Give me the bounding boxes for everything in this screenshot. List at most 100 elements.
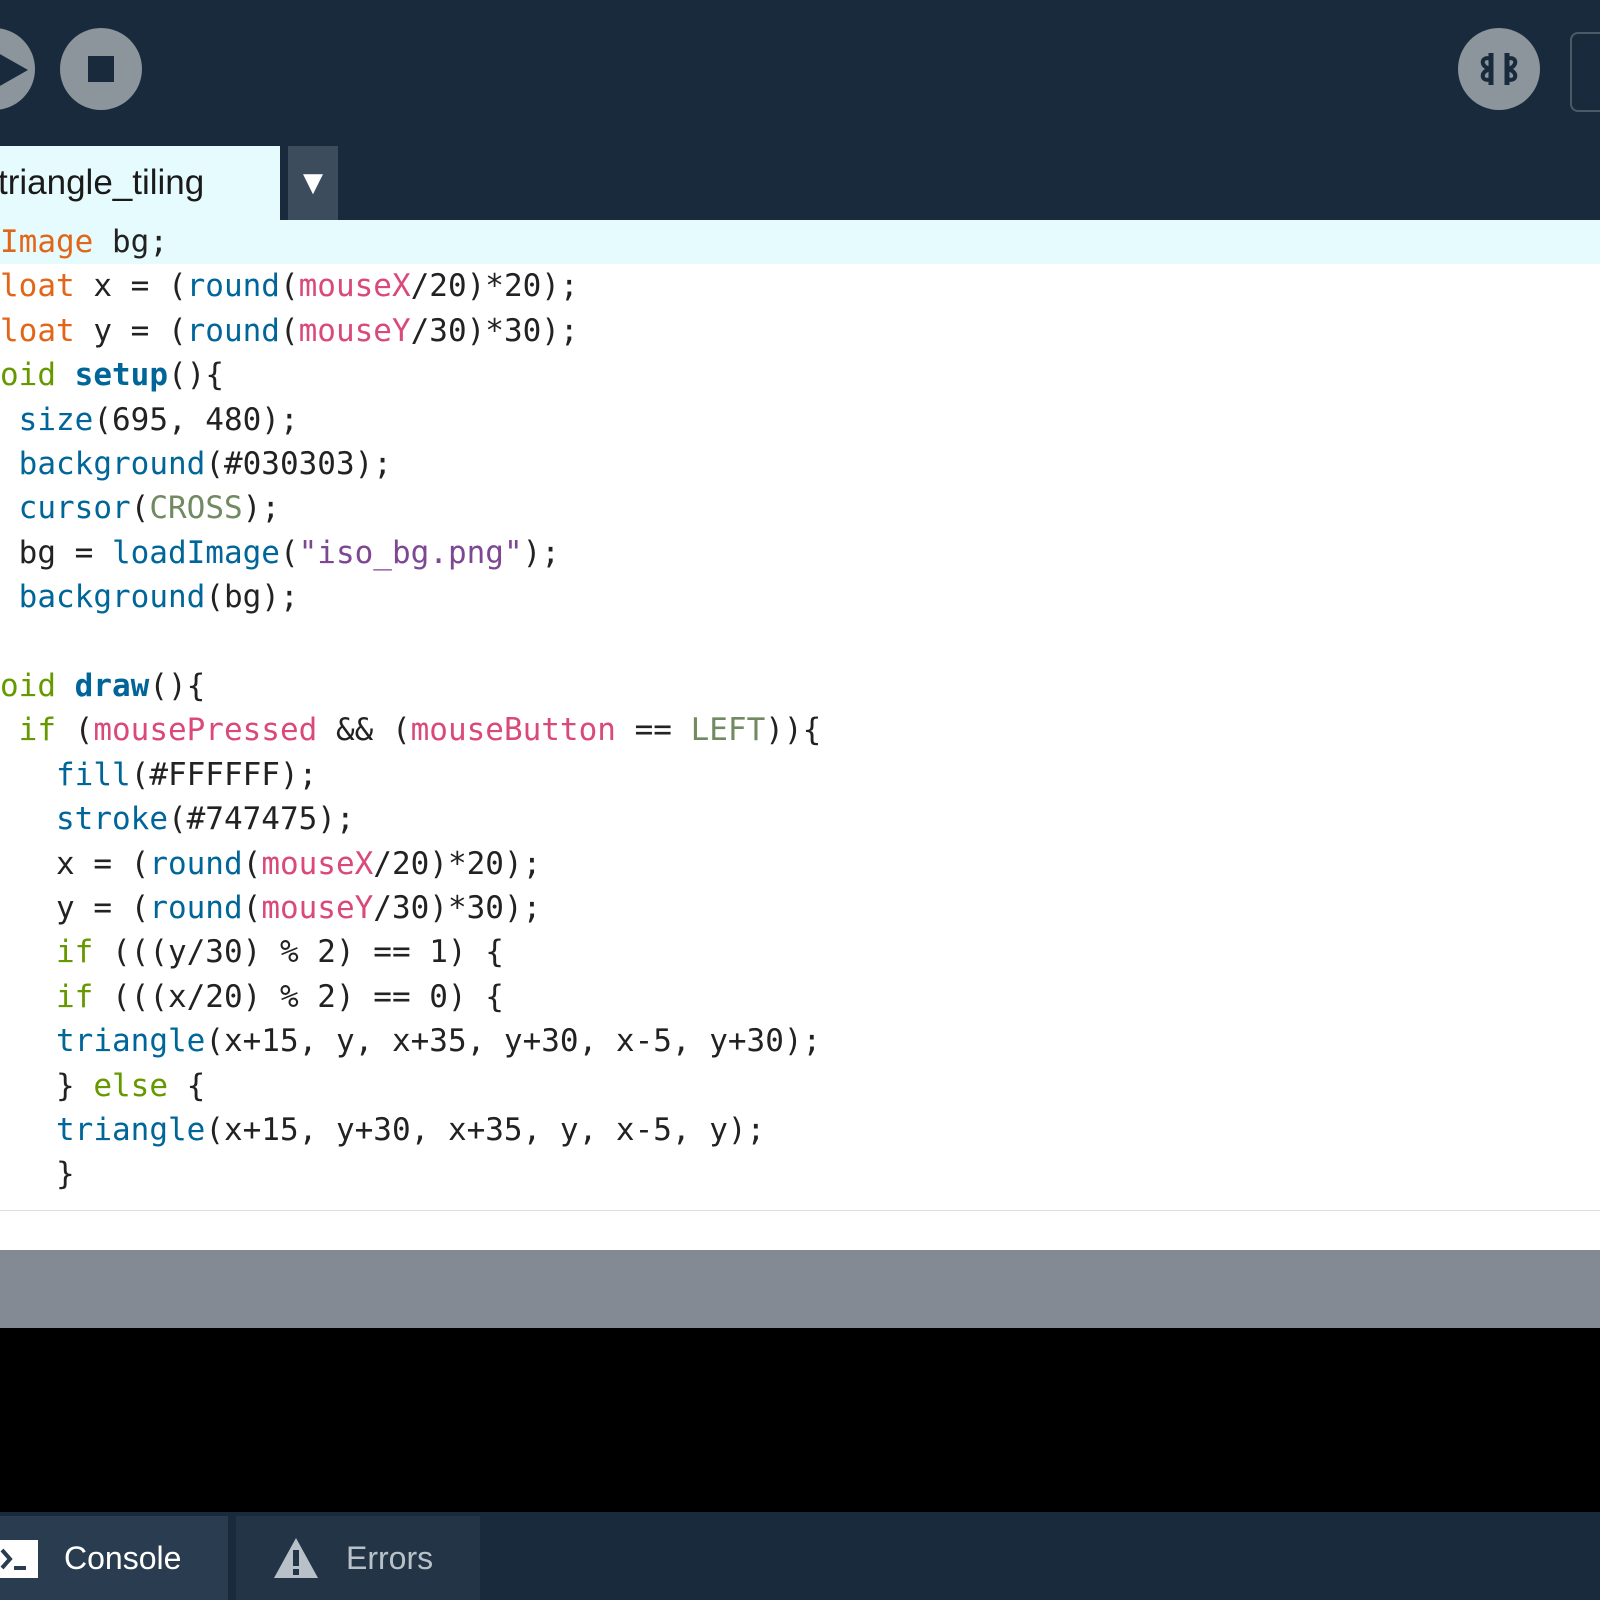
code-line[interactable]: loat x = (round(mouseX/20)*20); [0,264,1600,308]
code-token: } [0,1156,75,1192]
code-token: else [93,1068,168,1104]
code-token: draw [74,668,150,704]
code-line[interactable]: Image bg; [0,220,1600,264]
code-line[interactable]: loat y = (round(mouseY/30)*30); [0,309,1600,353]
code-line[interactable]: background(#030303); [0,442,1600,486]
code-token: cursor [18,490,131,526]
code-line[interactable]: triangle(x+15, y+30, x+35, y, x-5, y); [0,1108,1600,1152]
code-token: ( [130,490,150,526]
code-line[interactable]: y = (round(mouseY/30)*30); [0,886,1600,930]
code-token: round [186,268,280,304]
terminal-icon [0,1540,38,1578]
code-token: oid [0,668,56,704]
tab-console[interactable]: Console [0,1516,228,1600]
code-token: /20)*20); [410,268,579,304]
code-token: /20)*20); [373,846,542,882]
warning-icon [274,1538,318,1578]
code-token: mouseButton [410,712,616,748]
code-token: && ( [317,712,411,748]
code-token: if [18,712,56,748]
code-line[interactable]: } else { [0,1064,1600,1108]
code-token: ); [522,535,560,571]
code-token: (){ [149,668,206,704]
code-token: (#FFFFFF); [130,757,318,793]
code-line[interactable]: if (((x/20) % 2) == 0) { [0,975,1600,1019]
code-line[interactable]: } [0,1152,1600,1196]
debugger-button[interactable] [1458,28,1540,110]
code-token: triangle [56,1023,206,1059]
code-token: (){ [168,357,224,393]
tab-label: triangle_tiling [0,163,205,202]
code-line[interactable]: bg = loadImage("iso_bg.png"); [0,531,1600,575]
code-token: oid [0,357,56,393]
code-line[interactable]: stroke(#747475); [0,797,1600,841]
debugger-butterfly-icon [1480,53,1518,85]
code-token: mouseX [261,846,374,882]
code-token: if [56,979,94,1015]
code-line[interactable]: triangle(x+15, y, x+35, y+30, x-5, y+30)… [0,1019,1600,1063]
code-token: )){ [765,712,822,748]
play-icon [0,54,28,86]
code-token: /30)*30); [410,313,579,349]
code-token: y = ( [0,890,150,926]
code-line[interactable]: background(bg); [0,575,1600,619]
code-token: "iso_bg.png" [298,535,523,571]
tab-menu-button[interactable]: ▼ [288,146,338,220]
console-output[interactable] [0,1328,1600,1512]
code-token: ( [279,313,299,349]
tab-triangle-tiling[interactable]: triangle_tiling [0,146,280,220]
code-editor[interactable]: Image bg; loat x = (round(mouseX/20)*20);… [0,220,1600,1210]
toolbar [0,0,1600,142]
errors-tab-label: Errors [346,1540,434,1576]
code-token: CROSS [149,490,243,526]
code-token: round [186,313,280,349]
code-token: setup [74,357,168,393]
code-line[interactable]: size(695, 480); [0,398,1600,442]
code-line[interactable]: if (mousePressed && (mouseButton == LEFT… [0,708,1600,752]
tab-errors[interactable]: Errors [236,1516,480,1600]
code-token: triangle [56,1112,206,1148]
code-line[interactable]: oid setup(){ [0,353,1600,397]
code-line[interactable] [0,620,1600,664]
editor-console-divider[interactable] [0,1250,1600,1328]
code-token: (x+15, y, x+35, y+30, x-5, y+30); [205,1023,822,1059]
code-token: if [56,934,94,970]
chevron-down-icon: ▼ [303,168,323,198]
stop-button[interactable] [60,28,142,110]
code-token: mouseY [298,313,411,349]
mode-selector[interactable] [1570,32,1600,112]
code-token: loat [0,313,75,349]
code-token: ( [279,535,299,571]
code-token: Image [0,224,94,260]
code-token: ( [56,712,94,748]
code-token: ( [242,846,262,882]
code-line[interactable]: x = (round(mouseX/20)*20); [0,842,1600,886]
code-line[interactable]: cursor(CROSS); [0,486,1600,530]
code-token: loat [0,268,75,304]
code-token: ( [279,268,299,304]
code-line[interactable]: if (((y/30) % 2) == 1) { [0,930,1600,974]
code-token: y = ( [74,313,187,349]
code-token: LEFT [690,712,766,748]
code-token: (((x/20) % 2) == 0) { [93,979,504,1015]
code-token: mouseX [298,268,411,304]
run-button[interactable] [0,28,35,110]
code-token: (bg); [205,579,299,615]
code-token: round [149,846,243,882]
code-token: fill [56,757,131,793]
code-line[interactable]: fill(#FFFFFF); [0,753,1600,797]
code-token: background [18,446,206,482]
code-token: (x+15, y+30, x+35, y, x-5, y); [205,1112,766,1148]
console-tab-label: Console [64,1540,182,1576]
code-token: (695, 480); [93,402,299,438]
code-token: } [0,1068,94,1104]
code-token: round [149,890,243,926]
code-line[interactable]: oid draw(){ [0,664,1600,708]
code-token: (((y/30) % 2) == 1) { [93,934,504,970]
